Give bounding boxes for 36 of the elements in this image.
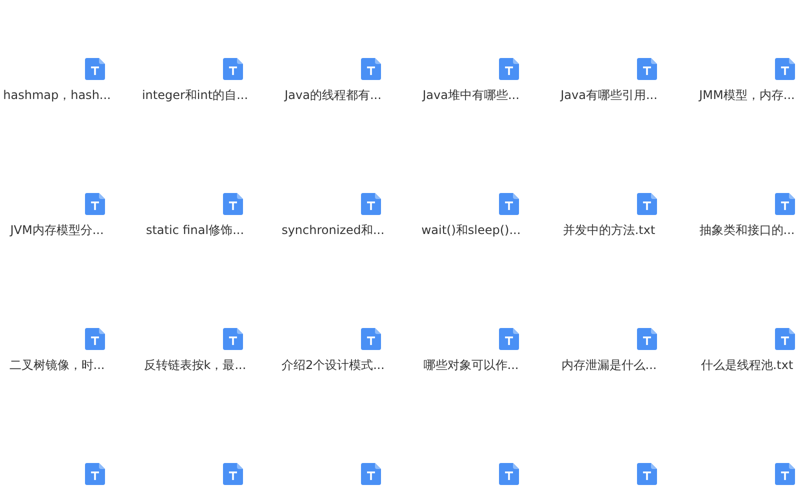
text-file-icon — [223, 328, 243, 350]
text-file-icon — [223, 193, 243, 215]
text-file-icon — [775, 193, 795, 215]
text-file-icon — [637, 328, 657, 350]
file-name[interactable]: 内存泄漏是什么... — [561, 357, 657, 373]
file-name[interactable]: integer和int的自... — [142, 87, 248, 103]
file-name[interactable]: Java的线程都有... — [284, 87, 382, 103]
file-name[interactable]: 二叉树镜像，时... — [9, 357, 105, 373]
text-file-icon — [361, 193, 381, 215]
file-name[interactable]: static final修饰... — [146, 222, 244, 238]
text-file-icon — [637, 193, 657, 215]
file-name[interactable]: JMM模型，内存... — [699, 87, 795, 103]
file-name[interactable]: hashmap，hash... — [3, 87, 111, 103]
file-name[interactable]: 介绍2个设计模式... — [281, 357, 385, 373]
text-file-icon — [499, 328, 519, 350]
file-name[interactable]: 哪些对象可以作... — [423, 357, 519, 373]
file-name[interactable]: 并发中的方法.txt — [562, 222, 656, 238]
text-file-icon — [85, 58, 105, 80]
text-file-icon — [223, 58, 243, 80]
text-file-icon — [775, 58, 795, 80]
text-file-icon — [361, 328, 381, 350]
text-file-icon — [775, 328, 795, 350]
file-name[interactable]: wait()和sleep()... — [421, 222, 521, 238]
file-name[interactable]: JVM内存模型分... — [10, 222, 104, 238]
file-name[interactable]: Java堆中有哪些... — [422, 87, 520, 103]
text-file-icon — [637, 58, 657, 80]
file-name[interactable]: 反转链表按k，最... — [144, 357, 246, 373]
text-file-icon — [499, 193, 519, 215]
text-file-icon — [85, 328, 105, 350]
text-file-icon — [85, 193, 105, 215]
text-file-icon — [499, 58, 519, 80]
file-name[interactable]: 什么是线程池.txt — [700, 357, 794, 373]
file-name[interactable]: synchronized和... — [282, 222, 384, 238]
file-name[interactable]: Java有哪些引用... — [560, 87, 658, 103]
text-file-icon — [361, 58, 381, 80]
file-name[interactable]: 抽象类和接口的... — [699, 222, 795, 238]
